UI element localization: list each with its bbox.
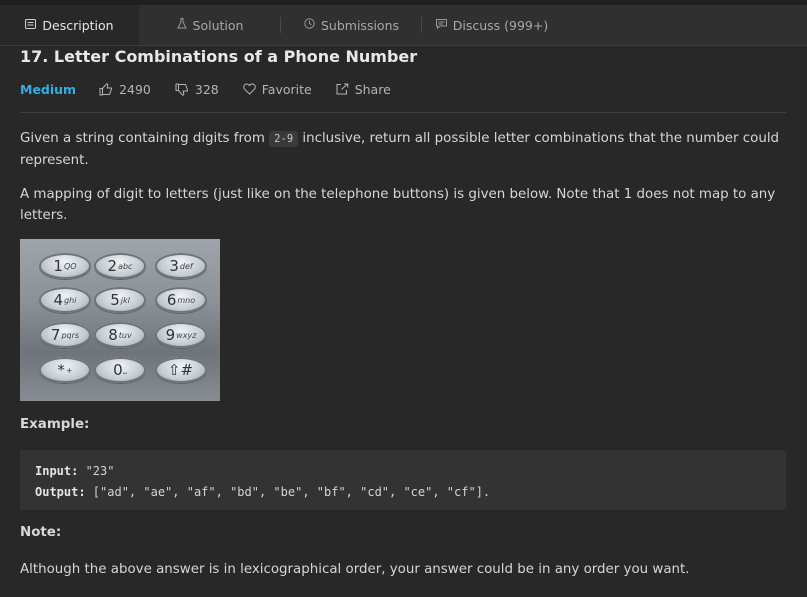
- document-icon: [25, 18, 37, 32]
- note-heading: Note:: [20, 525, 62, 540]
- keypad-key: * +: [39, 357, 91, 383]
- note-text: Although the above answer is in lexicogr…: [20, 562, 690, 577]
- phone-keypad-image: 1 QO 2 abc 3 def 4 ghi 5 jkl 6 mno 7 pqrs 8 tuv …: [20, 239, 220, 401]
- example-code-block: Input: "23" Output: ["ad", "ae", "af", "…: [20, 450, 786, 510]
- heart-icon: [242, 83, 256, 95]
- description-paragraph-2: A mapping of digit to letters (just like…: [20, 187, 776, 223]
- tab-discuss[interactable]: Discuss (999+): [422, 5, 562, 45]
- keypad-key: 0 ⎵: [94, 357, 146, 383]
- tab-label: Description: [42, 17, 114, 33]
- problem-title: 17. Letter Combinations of a Phone Numbe…: [20, 47, 418, 66]
- description-paragraph-1: Given a string containing digits from 2-…: [20, 128, 786, 171]
- dislike-count: 328: [194, 81, 219, 97]
- keypad-key: 2 abc: [94, 253, 146, 279]
- divider: [20, 112, 786, 113]
- example-output-line: Output: ["ad", "ae", "af", "bd", "be", "…: [35, 482, 771, 503]
- keypad-key: 8 tuv: [94, 322, 146, 348]
- tab-label: Submissions: [320, 17, 400, 33]
- tab-label: Discuss (999+): [452, 17, 549, 33]
- keypad-key: 9 wxyz: [155, 322, 207, 348]
- keypad-key: 6 mno: [155, 287, 207, 313]
- dislike-button[interactable]: 328: [175, 82, 219, 97]
- favorite-button[interactable]: Favorite: [242, 81, 312, 97]
- example-heading: Example:: [20, 417, 90, 432]
- keypad-key: 1 QO: [39, 253, 91, 279]
- keypad-key: 3 def: [155, 253, 207, 279]
- thumbs-down-icon: [175, 83, 188, 96]
- output-label: Output:: [35, 485, 86, 499]
- tab-bar: Description Solution Submissions Discuss…: [0, 5, 807, 46]
- input-value: "23": [78, 464, 115, 478]
- flask-icon: [176, 18, 187, 32]
- keypad-key: 5 jkl: [94, 287, 146, 313]
- tab-description[interactable]: Description: [0, 5, 139, 45]
- tab-solution[interactable]: Solution: [139, 5, 281, 45]
- difficulty-badge: Medium: [20, 81, 77, 97]
- chat-icon: [435, 18, 447, 32]
- like-button[interactable]: 2490: [99, 82, 151, 97]
- keypad-key: 4 ghi: [39, 287, 91, 313]
- input-label: Input:: [35, 464, 79, 478]
- thumbs-up-icon: [99, 82, 113, 95]
- problem-meta: Medium 2490 328 Favorite Share: [20, 80, 415, 98]
- output-value: ["ad", "ae", "af", "bd", "be", "bf", "cd…: [85, 485, 491, 499]
- tab-label: Solution: [192, 17, 244, 33]
- share-button[interactable]: Share: [336, 82, 391, 97]
- share-icon: [336, 83, 349, 95]
- keypad-key: 7 pqrs: [39, 322, 91, 348]
- clock-icon: [304, 18, 315, 32]
- keypad-key: ⇧#: [155, 357, 207, 383]
- example-input-line: Input: "23": [35, 461, 771, 482]
- description-text: Given a string containing digits from: [20, 131, 270, 146]
- tab-submissions[interactable]: Submissions: [281, 5, 422, 45]
- like-count: 2490: [119, 81, 151, 97]
- favorite-label: Favorite: [261, 81, 312, 97]
- inline-code: 2-9: [269, 131, 299, 147]
- share-label: Share: [354, 81, 391, 97]
